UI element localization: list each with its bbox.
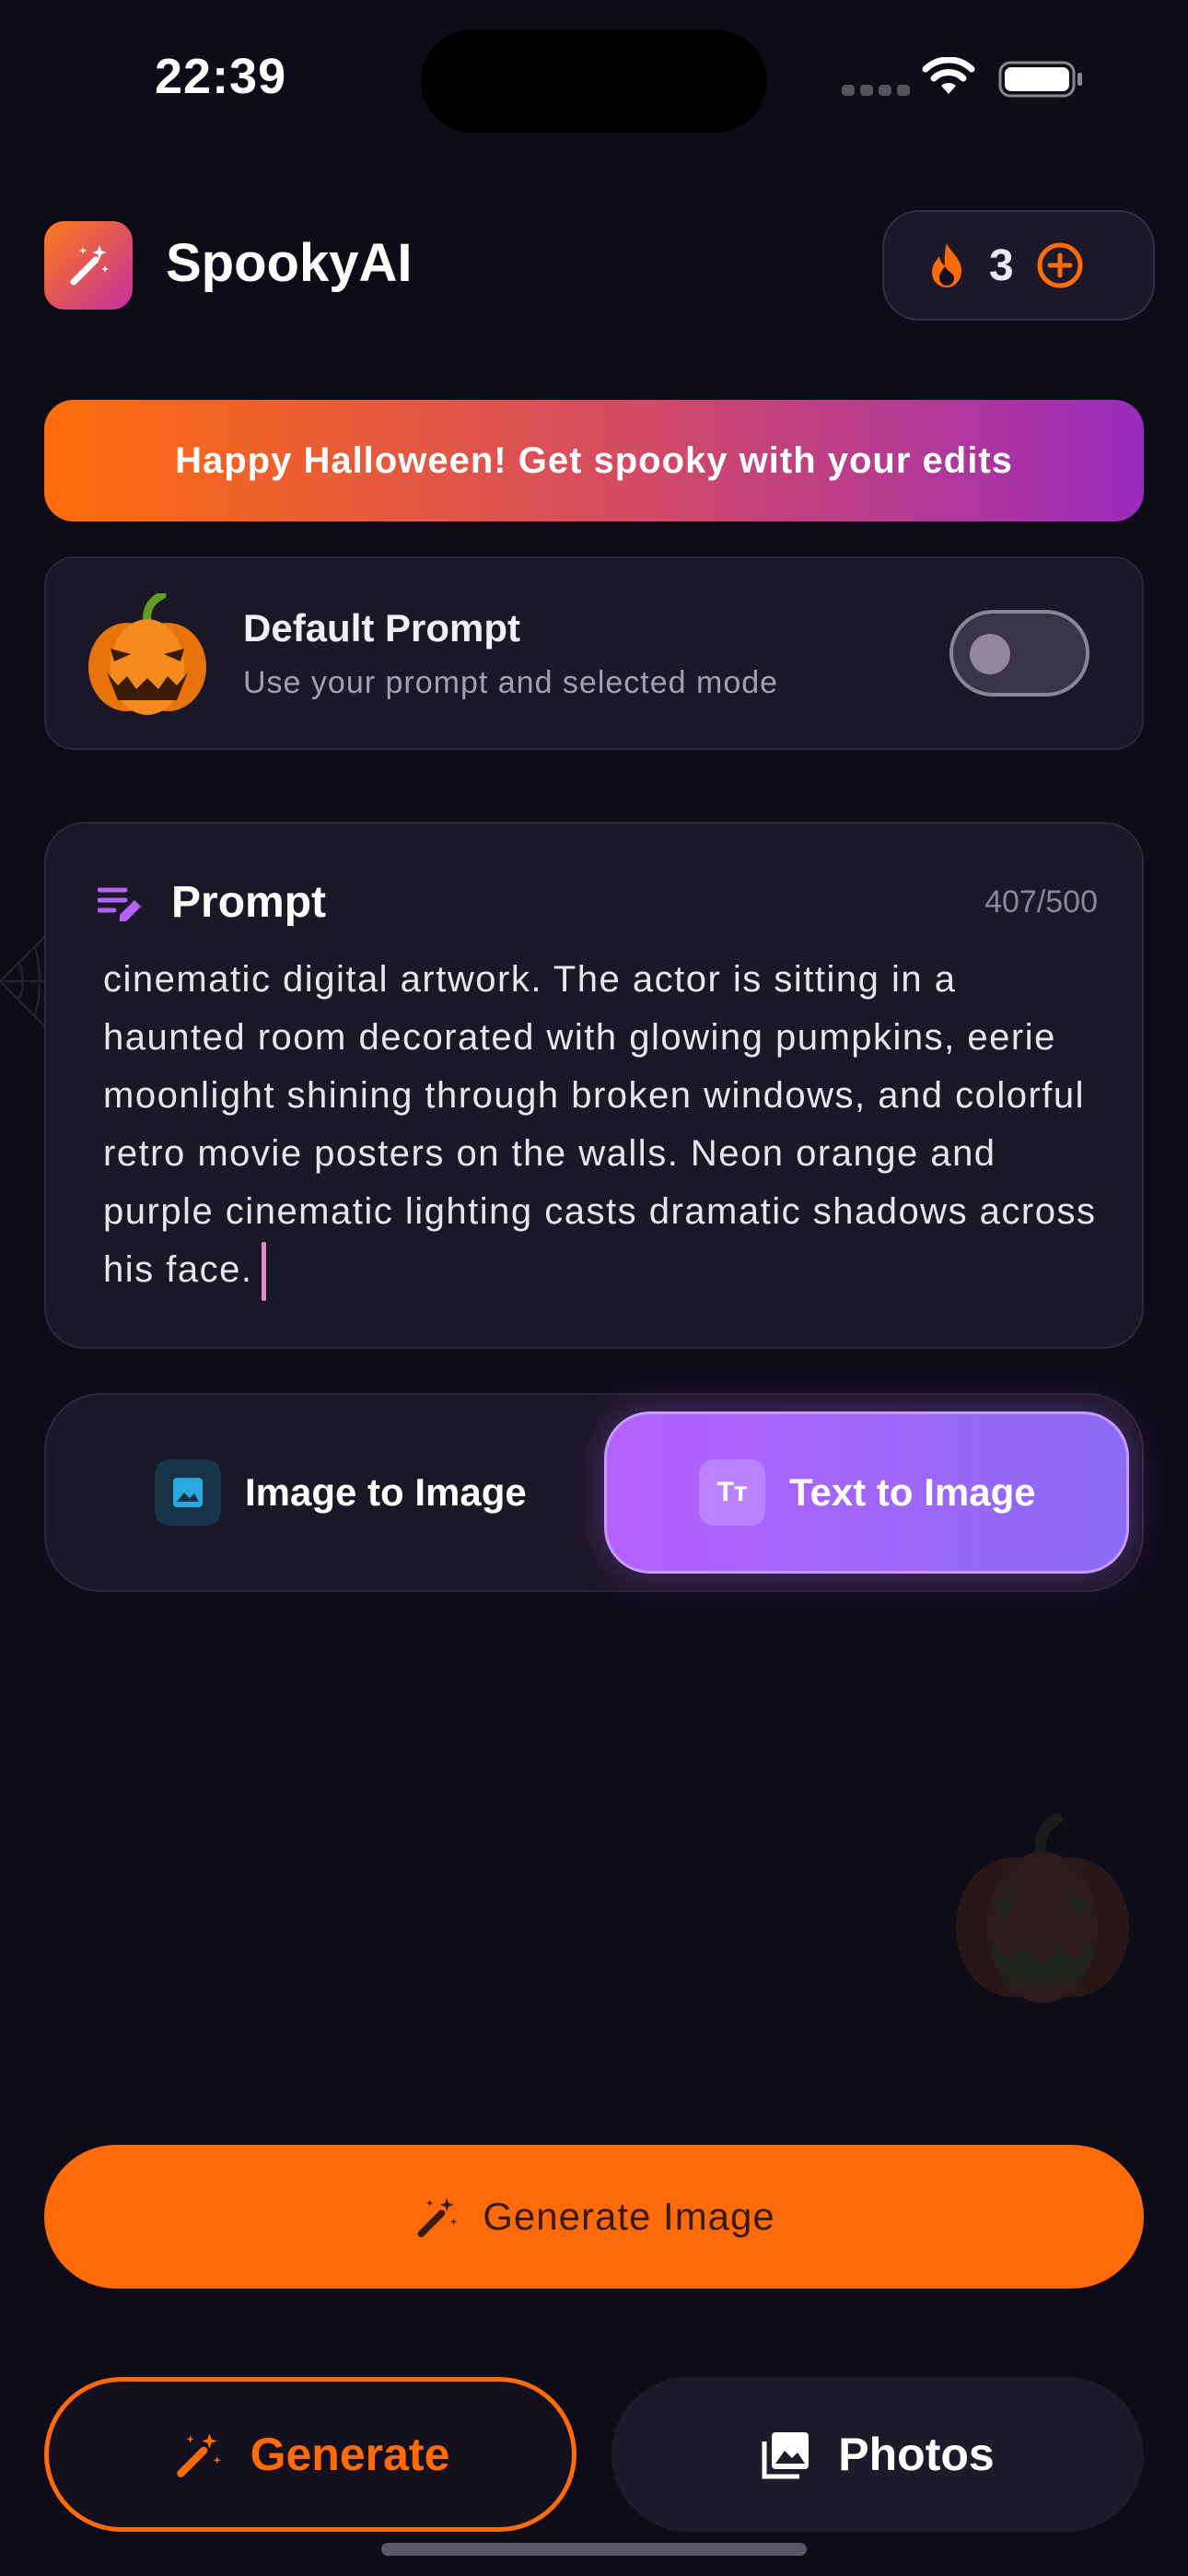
image-icon bbox=[173, 1478, 203, 1507]
tab-photos-label: Photos bbox=[838, 2429, 995, 2480]
app-title: SpookyAI bbox=[166, 233, 413, 293]
mode-text-to-image[interactable]: Tт Text to Image bbox=[604, 1411, 1129, 1574]
tab-generate[interactable]: Generate bbox=[44, 2377, 577, 2532]
app-logo bbox=[44, 221, 133, 310]
flame-icon bbox=[932, 243, 961, 287]
edit-lines-icon bbox=[98, 887, 141, 921]
magic-wand-icon bbox=[70, 245, 109, 286]
pumpkin-icon bbox=[88, 593, 206, 715]
home-indicator bbox=[381, 2543, 807, 2556]
cellular-signal-icon bbox=[842, 85, 910, 96]
status-time: 22:39 bbox=[155, 49, 287, 104]
dynamic-island bbox=[421, 29, 767, 133]
prompt-label: Prompt bbox=[171, 878, 326, 927]
generate-image-button[interactable]: Generate Image bbox=[44, 2145, 1144, 2289]
toggle-knob bbox=[970, 634, 1010, 674]
prompt-text: cinematic digital artwork. The actor is … bbox=[103, 959, 1097, 1290]
photo-library-icon bbox=[762, 2432, 809, 2479]
text-to-image-label: Text to Image bbox=[789, 1470, 1036, 1514]
default-prompt-toggle[interactable] bbox=[949, 610, 1089, 697]
prompt-textarea[interactable]: cinematic digital artwork. The actor is … bbox=[103, 951, 1098, 1302]
credits-count: 3 bbox=[989, 240, 1014, 290]
image-to-image-label: Image to Image bbox=[245, 1470, 527, 1514]
generate-image-label: Generate Image bbox=[483, 2195, 775, 2238]
credits-pill[interactable]: 3 bbox=[882, 210, 1155, 321]
default-prompt-title: Default Prompt bbox=[243, 606, 521, 650]
mode-selector: Image to Image Tт Text to Image bbox=[44, 1393, 1144, 1592]
tab-photos[interactable]: Photos bbox=[611, 2377, 1144, 2532]
prompt-card: Prompt 407/500 cinematic digital artwork… bbox=[44, 822, 1144, 1349]
text-caret bbox=[262, 1242, 267, 1302]
halloween-banner: Happy Halloween! Get spooky with your ed… bbox=[44, 400, 1144, 521]
text-mode-badge: Tт bbox=[699, 1459, 765, 1526]
magic-wand-icon bbox=[417, 2197, 458, 2238]
prompt-char-counter: 407/500 bbox=[984, 884, 1098, 919]
image-mode-badge bbox=[155, 1459, 221, 1526]
default-prompt-card: Default Prompt Use your prompt and selec… bbox=[44, 556, 1144, 750]
tab-generate-label: Generate bbox=[250, 2429, 450, 2480]
plus-circle-icon[interactable] bbox=[1036, 241, 1084, 289]
mode-image-to-image[interactable]: Image to Image bbox=[63, 1411, 577, 1574]
battery-icon bbox=[998, 61, 1082, 98]
default-prompt-subtitle: Use your prompt and selected mode bbox=[243, 665, 779, 700]
wifi-icon bbox=[922, 57, 975, 94]
pumpkin-decoration-icon bbox=[956, 1813, 1129, 2003]
magic-wand-icon bbox=[176, 2433, 221, 2477]
